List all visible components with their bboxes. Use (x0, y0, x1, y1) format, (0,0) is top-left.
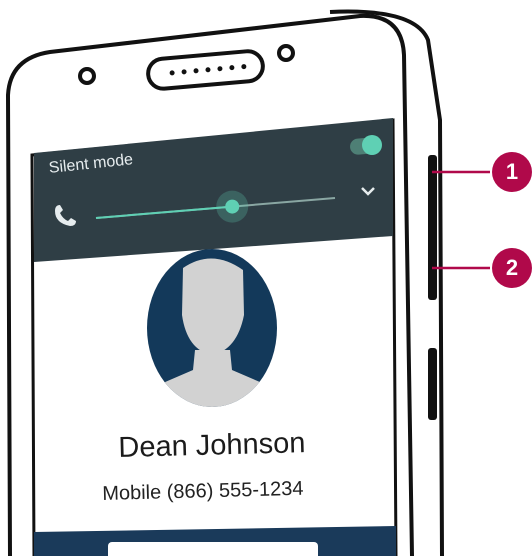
action-button[interactable] (108, 542, 318, 556)
illustration: Silent mode Dean Johnson Mobile (866) 55… (0, 0, 532, 556)
callout-label-1: 1 (505, 159, 519, 184)
callout-label-2: 2 (505, 255, 519, 280)
contact-name: Dean Johnson (118, 427, 306, 464)
sensor-icon (277, 44, 295, 62)
volume-rocker (428, 155, 437, 300)
power-button (428, 348, 437, 420)
volume-slider-knob[interactable] (225, 199, 240, 214)
phone-illustration (5, 9, 532, 556)
front-camera-icon (78, 67, 96, 85)
silent-toggle-knob[interactable] (362, 135, 382, 155)
